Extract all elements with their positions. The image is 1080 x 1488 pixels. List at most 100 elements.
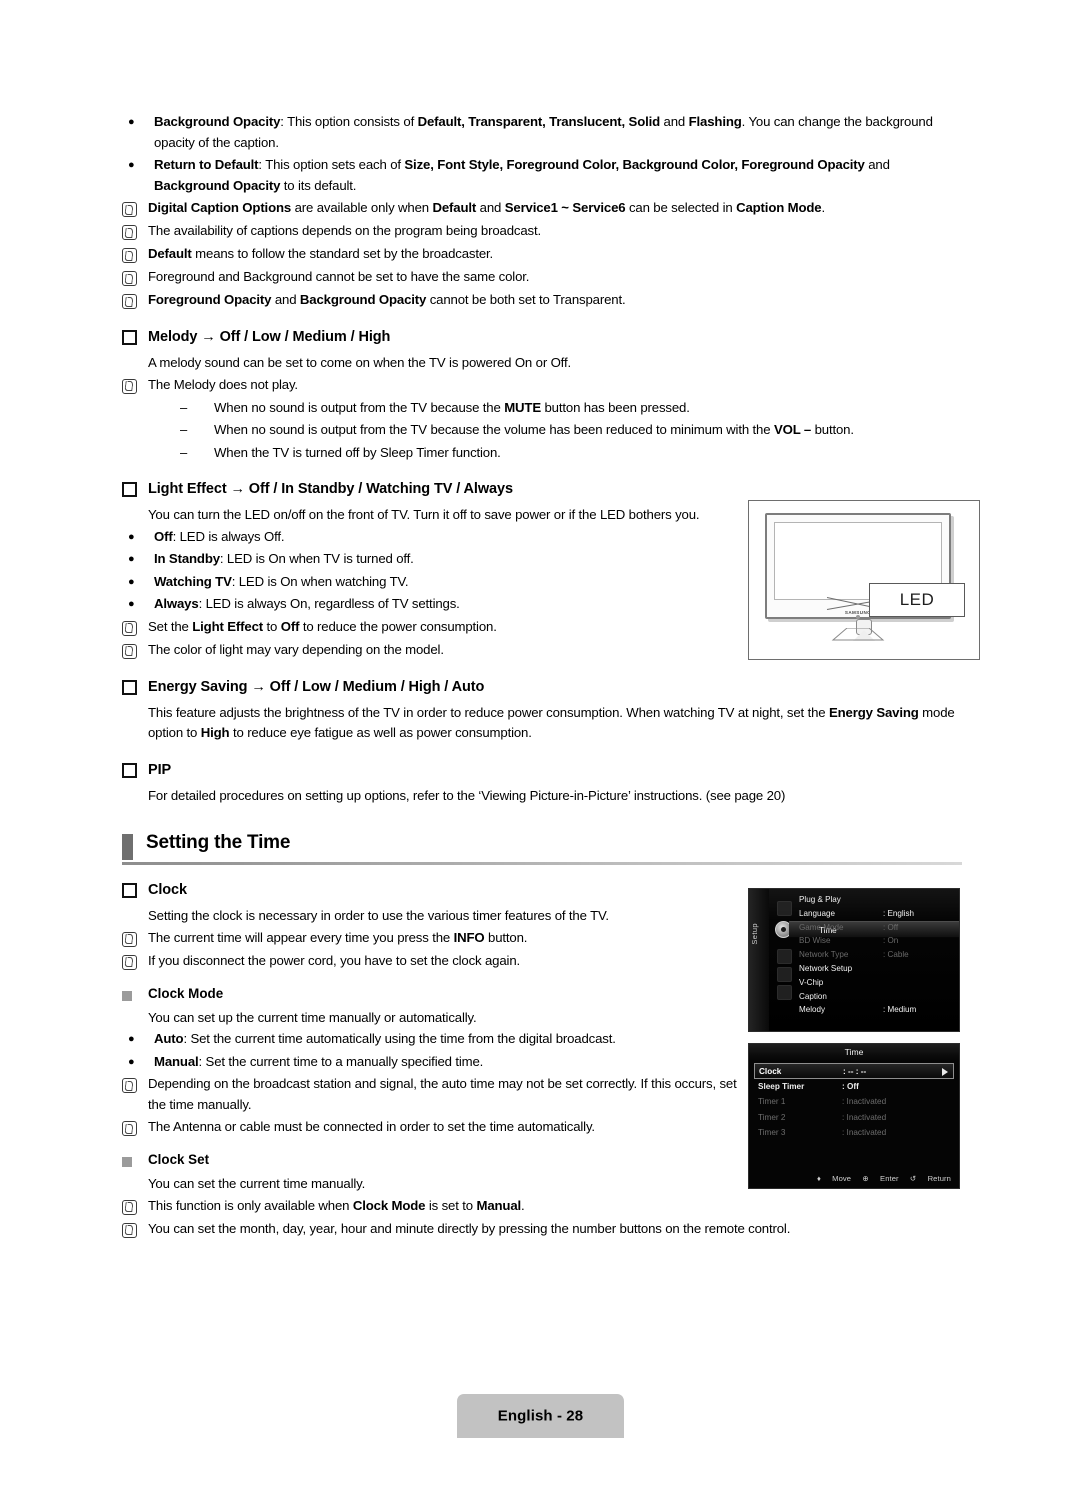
osd-item-label: Timer 3	[758, 1128, 786, 1138]
return-label: Return	[927, 1174, 951, 1183]
bullet-dot-icon: ●	[128, 598, 135, 610]
clock-mode-list: ● Auto: Set the current time automatical…	[122, 1029, 742, 1138]
osd-item-label: V-Chip	[799, 977, 824, 987]
note-leaf-icon	[122, 1117, 148, 1138]
note-text: Foreground and Background cannot be set …	[148, 269, 530, 284]
move-label: Move	[832, 1174, 852, 1183]
list-item: ● Background Opacity: This option consis…	[122, 112, 962, 153]
osd-item-label: Game Mode	[799, 922, 844, 932]
list-item: ● Auto: Set the current time automatical…	[122, 1029, 742, 1050]
osd-menu-item-caption[interactable]: Caption	[797, 990, 955, 1004]
banner-setting-the-time: Setting the Time	[122, 832, 962, 866]
osd-item-value: : English	[883, 908, 915, 918]
list-item: – When no sound is output from the TV be…	[122, 420, 962, 441]
osd-time-item-timer-1[interactable]: Timer 1 : Inactivated	[754, 1094, 954, 1110]
disc-icon	[777, 967, 792, 982]
osd-item-label: Clock	[759, 1067, 782, 1076]
osd-item-label: BD Wise	[799, 936, 831, 946]
note-leaf-icon	[122, 1074, 148, 1095]
osd-item-value: : Medium	[883, 1005, 917, 1015]
osd-menu-item-v-chip[interactable]: V-Chip	[797, 976, 955, 990]
note-item: Foreground and Background cannot be set …	[122, 267, 962, 288]
note-item: The current time will appear every time …	[122, 928, 742, 949]
osd-setup-rows: Plug & Play Language : English Time Game…	[789, 893, 959, 1017]
osd-item-label: Sleep Timer	[758, 1081, 805, 1091]
note-leaf-icon	[122, 617, 148, 638]
led-callout-label: LED	[899, 590, 935, 609]
note-leaf-icon	[122, 244, 148, 265]
osd-item-value: : Inactivated	[842, 1112, 887, 1122]
list-item-text: Return to Default: This option sets each…	[154, 157, 890, 193]
osd-item-label: Network Type	[799, 950, 849, 960]
note-leaf-icon	[122, 198, 148, 219]
list-item: ● Off: LED is always Off.	[122, 527, 742, 548]
osd-menu-item-network-setup[interactable]: Network Setup	[797, 962, 955, 976]
osd-time-item-sleep-timer[interactable]: Sleep Timer : Off	[754, 1079, 954, 1095]
list-item-text: Auto: Set the current time automatically…	[154, 1031, 616, 1046]
list-item-text: In Standby: LED is On when TV is turned …	[154, 551, 414, 566]
osd-item-label: Timer 2	[758, 1112, 786, 1122]
light-effect-intro: You can turn the LED on/off on the front…	[148, 507, 700, 522]
list-item: – When no sound is output from the TV be…	[122, 398, 962, 419]
osd-side-tab: Setup	[749, 889, 769, 1031]
note-text: The Antenna or cable must be connected i…	[148, 1119, 595, 1134]
note-text: Default means to follow the standard set…	[148, 246, 494, 261]
enter-hint: ⊕ Enter	[862, 1174, 899, 1183]
osd-time-item-timer-2[interactable]: Timer 2 : Inactivated	[754, 1110, 954, 1126]
list-item: – When the TV is turned off by Sleep Tim…	[122, 443, 962, 464]
bullet-dot-icon: ●	[128, 575, 135, 588]
osd-menu-item-network-type[interactable]: Network Type : Cable	[797, 948, 955, 962]
osd-menu-item-game-mode[interactable]: Game Mode : Off	[797, 921, 955, 935]
list-item: ● Manual: Set the current time to a manu…	[122, 1052, 742, 1073]
page-footer-tab: English - 28	[457, 1394, 624, 1438]
note-text: The availability of captions depends on …	[148, 223, 542, 238]
osd-item-value: : Off	[883, 922, 899, 932]
subsection-title: Clock Mode	[148, 985, 224, 1001]
clock-intro: Setting the clock is necessary in order …	[148, 908, 609, 923]
osd-item-value: : On	[883, 936, 899, 946]
list-item: ● In Standby: LED is On when TV is turne…	[122, 549, 742, 570]
osd-item-value: : Cable	[883, 950, 909, 960]
solid-square-icon	[122, 984, 148, 1006]
enter-label: Enter	[880, 1174, 899, 1183]
page-number-label: English - 28	[497, 1407, 584, 1425]
hollow-square-icon	[122, 760, 148, 783]
note-text: Set the Light Effect to Off to reduce th…	[148, 618, 497, 634]
solid-square-icon	[122, 1150, 148, 1172]
osd-item-value: : Inactivated	[842, 1128, 887, 1138]
note-text: You can set the month, day, year, hour a…	[148, 1220, 791, 1236]
osd-item-label: Language	[799, 908, 836, 918]
note-text: Depending on the broadcast station and s…	[148, 1076, 737, 1112]
chevron-right-icon	[942, 1068, 948, 1076]
note-item: Set the Light Effect to Off to reduce th…	[122, 617, 742, 638]
list-item-text: Off: LED is always Off.	[154, 528, 285, 544]
note-text: Digital Caption Options are available on…	[148, 200, 825, 215]
osd-menu-item-language[interactable]: Language : English	[797, 907, 955, 921]
dash-icon: –	[180, 399, 188, 415]
intro-bullet-list: ● Background Opacity: This option consis…	[122, 112, 962, 196]
note-leaf-icon	[122, 928, 148, 949]
osd-menu-item-melody[interactable]: Melody : Medium	[797, 1003, 955, 1017]
note-item: The color of light may vary depending on…	[122, 640, 742, 661]
osd-setup-menu: Setup Plug & Play Language : English Tim…	[748, 888, 960, 1032]
return-hint: ↺ Return	[909, 1174, 951, 1183]
note-leaf-icon	[122, 951, 148, 972]
osd-menu-item-plug-and-play[interactable]: Plug & Play	[797, 893, 955, 907]
bullet-dot-icon: ●	[128, 1055, 135, 1068]
melody-intro: A melody sound can be set to come on whe…	[148, 355, 571, 370]
osd-time-item-clock[interactable]: Clock : -- : --	[754, 1063, 954, 1079]
note-text: The Melody does not play.	[148, 376, 298, 392]
note-text: The color of light may vary depending on…	[148, 641, 444, 657]
clock-mode-intro: You can set up the current time manually…	[148, 1009, 477, 1025]
tv-stand-outline	[831, 628, 885, 641]
move-hint: ♦ Move	[816, 1174, 852, 1183]
osd-time-item-timer-3[interactable]: Timer 3 : Inactivated	[754, 1125, 954, 1141]
note-item: The Melody does not play.	[122, 375, 962, 396]
section-title: PIP	[148, 761, 172, 778]
banner-title: Setting the Time	[146, 832, 291, 853]
note-leaf-icon	[122, 221, 148, 242]
osd-menu-item-bd-wise[interactable]: BD Wise : On	[797, 934, 955, 948]
list-item: ● Always: LED is always On, regardless o…	[122, 594, 742, 615]
led-callout-box: LED	[869, 583, 965, 617]
list-item-text: Background Opacity: This option consists…	[154, 114, 933, 150]
